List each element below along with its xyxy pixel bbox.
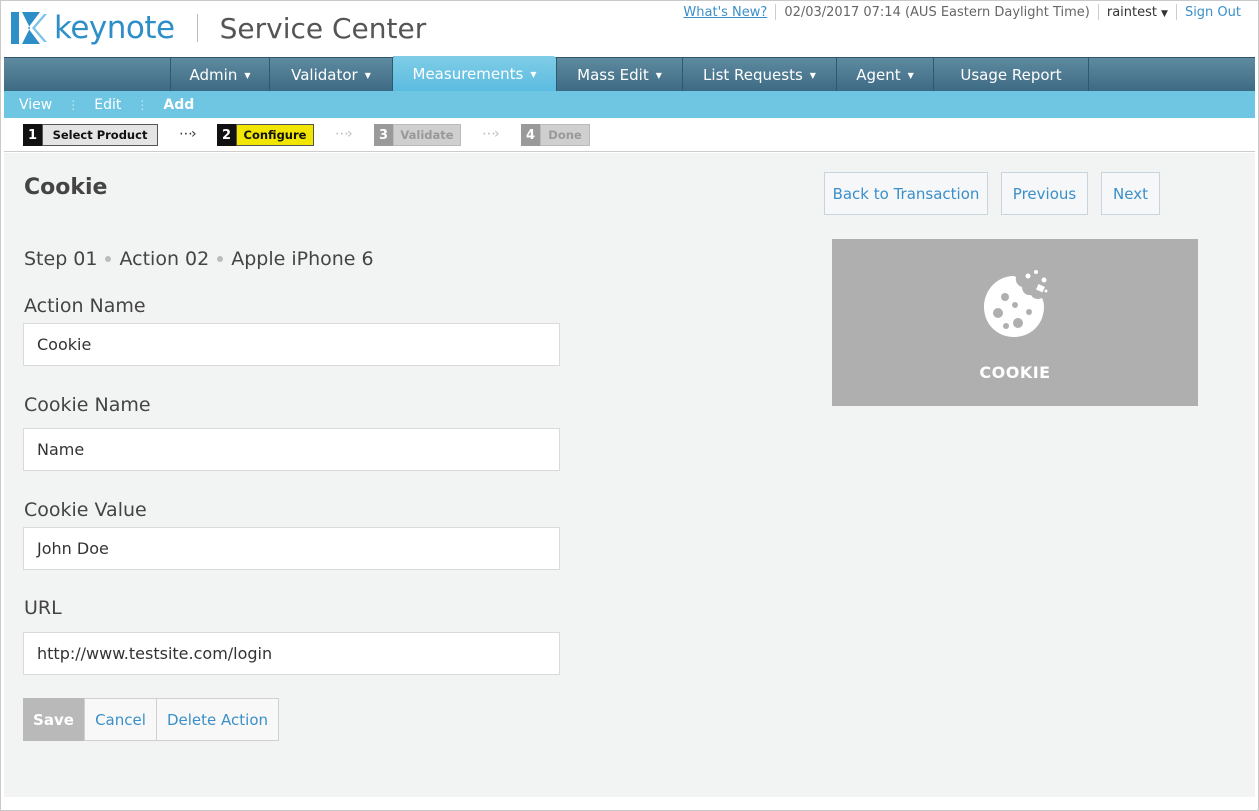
- delete-action-button[interactable]: Delete Action: [157, 698, 279, 741]
- nav-mass-edit[interactable]: Mass Edit ▼: [556, 58, 682, 92]
- brand-name: keynote: [54, 10, 175, 46]
- username: raintest: [1106, 4, 1158, 20]
- nav-usage-report[interactable]: Usage Report: [933, 58, 1089, 92]
- divider: [1175, 4, 1177, 20]
- breadcrumb-step: Step 01: [24, 248, 98, 270]
- breadcrumb-action: Action 02: [119, 248, 210, 270]
- subnav-divider: ⋮: [136, 97, 149, 112]
- nav-label: Admin: [189, 66, 238, 84]
- page-title: Cookie: [24, 175, 108, 200]
- previous-button[interactable]: Previous: [1001, 172, 1088, 215]
- nav-label: Agent: [856, 66, 901, 84]
- sub-nav: View ⋮ Edit ⋮ Add: [4, 91, 1255, 118]
- url-input[interactable]: http://www.testsite.com/login: [23, 632, 560, 675]
- step-label: Done: [540, 124, 590, 146]
- user-menu[interactable]: raintest ▼: [1107, 5, 1168, 20]
- keynote-logo[interactable]: keynote Service Center: [10, 9, 426, 47]
- nav-admin[interactable]: Admin ▼: [170, 58, 269, 92]
- wizard-step-done: 4 Done: [521, 124, 590, 146]
- cookie-value-label: Cookie Value: [24, 499, 147, 521]
- step-label: Configure: [236, 124, 314, 146]
- whats-new-link[interactable]: What's New?: [683, 5, 767, 20]
- cookie-name-input[interactable]: Name: [23, 428, 560, 471]
- back-to-transaction-button[interactable]: Back to Transaction: [824, 172, 988, 215]
- sign-out-link[interactable]: Sign Out: [1185, 5, 1241, 20]
- wizard-step-validate: 3 Validate: [374, 124, 461, 146]
- divider: [775, 4, 777, 20]
- cookie-name-label: Cookie Name: [24, 394, 151, 416]
- nav-measurements[interactable]: Measurements ▼: [392, 56, 556, 92]
- nav-label: List Requests: [703, 66, 803, 84]
- keynote-k-icon: [11, 12, 47, 44]
- current-datetime: 02/03/2017 07:14 (AUS Eastern Daylight T…: [784, 4, 1090, 20]
- breadcrumb-device: Apple iPhone 6: [231, 248, 374, 270]
- arrow-right-icon: ⋯›: [482, 126, 500, 142]
- main-nav: Admin ▼ Validator ▼ Measurements ▼ Mass Edi…: [4, 56, 1255, 92]
- chevron-down-icon: ▼: [907, 70, 914, 80]
- header-divider: [196, 14, 198, 42]
- cancel-button[interactable]: Cancel: [84, 698, 157, 741]
- step-number: 4: [521, 124, 540, 146]
- nav-label: Usage Report: [960, 66, 1062, 84]
- step-number: 3: [374, 124, 393, 146]
- bullet-separator: [217, 256, 224, 262]
- step-label: Select Product: [42, 124, 158, 146]
- chevron-down-icon: ▼: [809, 70, 816, 80]
- chevron-down-icon: ▼: [655, 70, 662, 80]
- subnav-add[interactable]: Add: [148, 97, 209, 113]
- subnav-divider: ⋮: [67, 97, 80, 112]
- nav-label: Measurements: [412, 65, 524, 83]
- cookie-icon: [984, 270, 1048, 337]
- nav-list-requests[interactable]: List Requests ▼: [682, 58, 836, 92]
- chevron-down-icon: ▼: [530, 69, 537, 79]
- action-name-label: Action Name: [24, 295, 146, 317]
- main-content: Cookie Back to Transaction Previous Next…: [4, 153, 1255, 797]
- url-label: URL: [24, 597, 62, 619]
- step-label: Validate: [393, 124, 461, 146]
- form-actions: Save Cancel Delete Action: [23, 698, 279, 741]
- step-number: 1: [23, 124, 42, 146]
- wizard-step-select-product[interactable]: 1 Select Product: [23, 124, 158, 146]
- arrow-right-icon: ⋯›: [335, 126, 353, 142]
- breadcrumb: Step 01 Action 02 Apple iPhone 6: [24, 248, 374, 270]
- subnav-view[interactable]: View: [4, 97, 67, 113]
- wizard-step-configure[interactable]: 2 Configure: [217, 124, 314, 146]
- bullet-separator: [105, 256, 112, 262]
- nav-label: Mass Edit: [577, 66, 649, 84]
- product-name: Service Center: [219, 11, 427, 45]
- nav-agent[interactable]: Agent ▼: [836, 58, 933, 92]
- action-name-input[interactable]: Cookie: [23, 323, 560, 366]
- chevron-down-icon: ▼: [364, 70, 371, 80]
- nav-validator[interactable]: Validator ▼: [269, 58, 392, 92]
- step-number: 2: [217, 124, 236, 146]
- nav-label: Validator: [291, 66, 358, 84]
- next-button[interactable]: Next: [1101, 172, 1160, 215]
- subnav-edit[interactable]: Edit: [79, 97, 136, 113]
- preview-label: COOKIE: [979, 363, 1051, 382]
- arrow-right-icon: ⋯›: [179, 126, 197, 142]
- wizard-steps: 1 Select Product ⋯› 2 Configure ⋯› 3 Val…: [4, 118, 1255, 152]
- utility-bar: What's New? 02/03/2017 07:14 (AUS Easter…: [683, 4, 1241, 20]
- caret-down-icon: ▼: [1161, 8, 1168, 19]
- action-preview: COOKIE: [832, 239, 1198, 406]
- divider: [1097, 4, 1099, 20]
- chevron-down-icon: ▼: [244, 70, 251, 80]
- cookie-value-input[interactable]: John Doe: [23, 527, 560, 570]
- save-button[interactable]: Save: [23, 698, 84, 741]
